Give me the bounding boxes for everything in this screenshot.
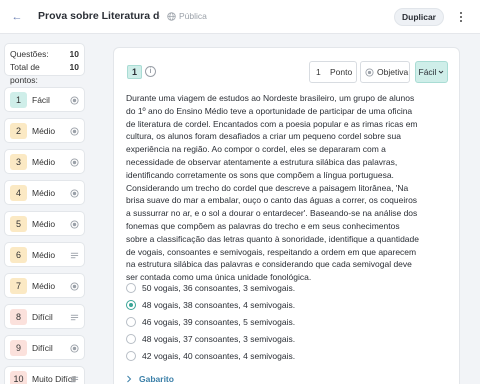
question-number: 6 — [10, 246, 27, 263]
difficulty-label: Fácil — [418, 67, 437, 77]
question-number: 3 — [10, 153, 27, 170]
chevron-down-icon — [439, 70, 444, 74]
radio-icon — [70, 344, 79, 353]
question-difficulty: Médio — [32, 249, 56, 260]
question-difficulty: Médio — [32, 280, 56, 291]
question-difficulty: Médio — [32, 218, 56, 229]
quiz-stats: Questões: 10 Total de pontos: 10 — [4, 43, 85, 85]
question-list-item[interactable]: 3 Médio — [4, 149, 85, 174]
question-list-item[interactable]: 5 Médio — [4, 211, 85, 236]
answer-option[interactable]: 48 vogais, 38 consoantes, 4 semivogais. — [126, 296, 426, 313]
question-type-label: Objetiva — [377, 67, 409, 77]
radio-icon — [70, 189, 79, 198]
back-arrow-icon[interactable]: ← — [11, 11, 23, 23]
question-difficulty: Fácil — [32, 94, 50, 105]
visibility-indicator[interactable]: Pública — [167, 11, 207, 21]
question-number: 2 — [10, 122, 27, 139]
lines-icon — [70, 376, 79, 383]
answer-option-text: 46 vogais, 39 consoantes, 5 semivogais. — [142, 316, 296, 327]
radio-icon — [70, 127, 79, 136]
question-stem: Durante uma viagem de estudos ao Nordest… — [126, 93, 419, 283]
question-number: 9 — [10, 339, 27, 356]
chevron-right-icon — [127, 375, 132, 383]
question-difficulty: Médio — [32, 156, 56, 167]
question-difficulty: Difícil — [32, 311, 53, 322]
lines-icon — [70, 314, 79, 321]
answer-option[interactable]: 42 vogais, 40 consoantes, 4 semivogais. — [126, 347, 426, 364]
lines-icon — [70, 252, 79, 259]
question-difficulty: Médio — [32, 125, 56, 136]
points-label: Ponto — [330, 67, 353, 77]
answer-option-text: 48 vogais, 37 consoantes, 3 semivogais. — [142, 333, 296, 344]
visibility-label: Pública — [179, 11, 207, 21]
question-number: 10 — [10, 370, 27, 384]
radio-icon — [365, 67, 374, 77]
question-list-item[interactable]: 2 Médio — [4, 118, 85, 143]
question-number-badge: 1 — [127, 65, 142, 79]
answer-option[interactable]: 48 vogais, 37 consoantes, 3 semivogais. — [126, 330, 426, 347]
points-value: 1 — [316, 67, 321, 77]
answer-key-toggle[interactable]: Gabarito — [126, 374, 174, 384]
question-difficulty: Difícil — [32, 342, 53, 353]
question-number: 5 — [10, 215, 27, 232]
page-title: Prova sobre Literatura de ... — [38, 10, 160, 22]
radio-icon[interactable] — [126, 350, 136, 361]
answer-option-text: 50 vogais, 36 consoantes, 3 semivogais. — [142, 282, 296, 293]
question-list-item[interactable]: 7 Médio — [4, 273, 85, 298]
radio-icon — [70, 220, 79, 229]
answer-key-label: Gabarito — [139, 374, 174, 384]
question-difficulty: Médio — [32, 187, 56, 198]
question-list-item[interactable]: 8 Difícil — [4, 304, 85, 329]
total-points-value: 10 — [69, 62, 79, 72]
question-list-item[interactable]: 6 Médio — [4, 242, 85, 267]
radio-icon — [70, 158, 79, 167]
radio-icon — [70, 282, 79, 291]
question-list-item[interactable]: 10 Muito Difícil — [4, 366, 85, 384]
question-list-item[interactable]: 9 Difícil — [4, 335, 85, 360]
answer-option[interactable]: 50 vogais, 36 consoantes, 3 semivogais. — [126, 279, 426, 296]
question-number: 8 — [10, 308, 27, 325]
questions-count-value: 10 — [69, 49, 79, 59]
answer-option-text: 42 vogais, 40 consoantes, 4 semivogais. — [142, 350, 296, 361]
question-number: 1 — [10, 91, 27, 108]
radio-icon[interactable] — [126, 333, 136, 344]
duplicate-button[interactable]: Duplicar — [394, 8, 444, 26]
question-number: 4 — [10, 184, 27, 201]
info-icon[interactable]: i — [145, 66, 156, 77]
question-list: 1 Fácil 2 Médio 3 Médio 4 Médio 5 Médio 6 Médio 7 Méd… — [4, 87, 85, 384]
questions-count-label: Questões: — [10, 49, 49, 59]
question-type-select[interactable]: Objetiva — [360, 61, 410, 83]
radio-selected-icon[interactable] — [126, 299, 136, 310]
answer-option[interactable]: 46 vogais, 39 consoantes, 5 semivogais. — [126, 313, 426, 330]
answer-options: 50 vogais, 36 consoantes, 3 semivogais. 4… — [126, 279, 426, 364]
globe-icon — [167, 11, 176, 21]
radio-icon[interactable] — [126, 282, 136, 293]
total-points-label: Total de pontos: — [10, 62, 40, 85]
answer-option-text: 48 vogais, 38 consoantes, 4 semivogais. — [142, 299, 296, 310]
question-list-item[interactable]: 1 Fácil — [4, 87, 85, 112]
question-number: 7 — [10, 277, 27, 294]
radio-icon — [70, 96, 79, 105]
points-field[interactable]: 1 Ponto — [309, 61, 357, 83]
top-bar: ← Prova sobre Literatura de ... Pública … — [0, 0, 480, 34]
difficulty-select[interactable]: Fácil — [415, 61, 448, 83]
more-options-icon[interactable] — [457, 9, 465, 25]
radio-icon[interactable] — [126, 316, 136, 327]
question-card: 1 i 1 Ponto Objetiva Fácil Durante uma v… — [113, 47, 460, 384]
question-list-item[interactable]: 4 Médio — [4, 180, 85, 205]
